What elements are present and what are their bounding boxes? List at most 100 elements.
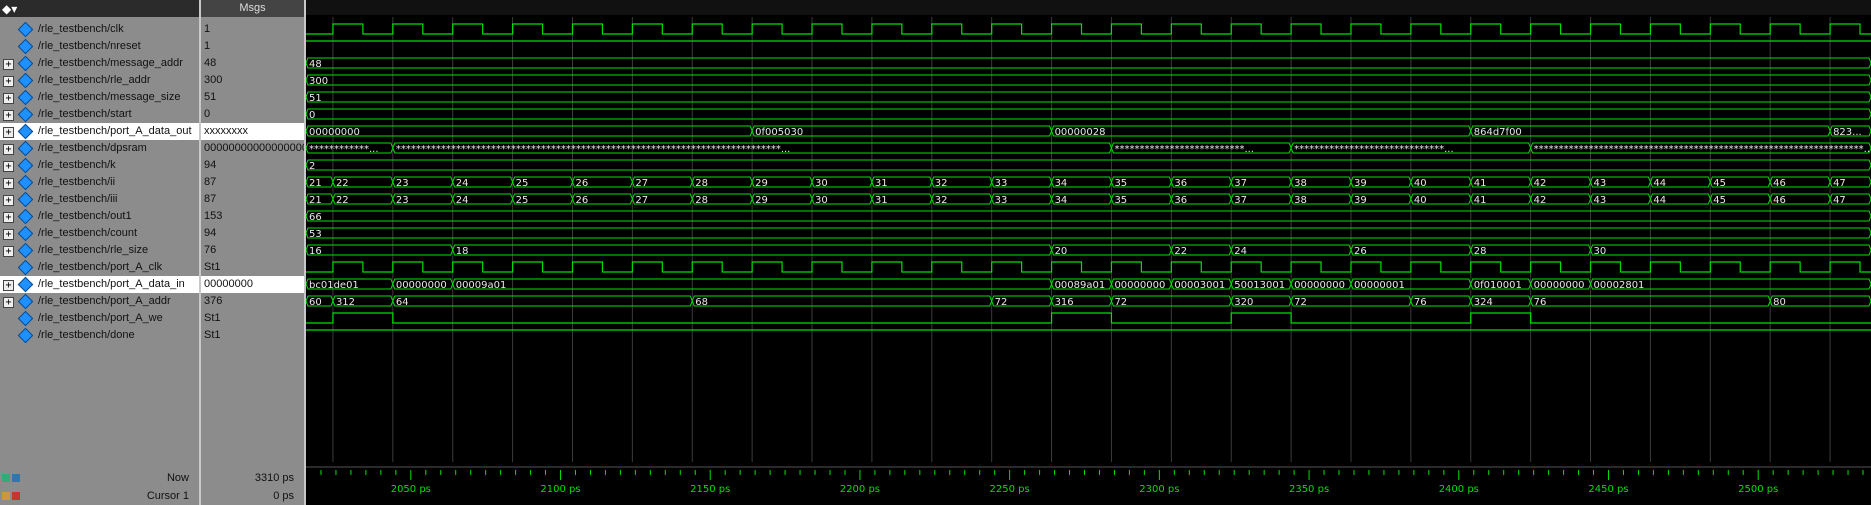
signal-row[interactable]: + /rle_testbench/port_A_addr [0,293,199,310]
bus-segment [1051,125,1472,137]
bus-value-label: 37 [1234,178,1247,189]
bus-value-label: 35 [1114,195,1127,206]
signal-name: /rle_testbench/nreset [38,40,141,52]
expand-icon[interactable]: + [3,229,14,240]
signal-value-row[interactable]: 153 [201,208,304,225]
signal-value-row[interactable]: 94 [201,225,304,242]
expand-icon[interactable]: + [3,127,14,138]
signal-row[interactable]: + /rle_testbench/rle_size [0,242,199,259]
signal-row[interactable]: + /rle_testbench/port_A_data_in [0,276,199,293]
signal-value-row[interactable]: St1 [201,310,304,327]
signal-value-row[interactable]: 48 [201,55,304,72]
signal-row[interactable]: + /rle_testbench/rle_addr [0,72,199,89]
signal-value-row[interactable]: 1 [201,38,304,55]
signal-value-row[interactable]: 87 [201,174,304,191]
bus-value-label: 00000000 [1114,280,1165,291]
signal-value-row[interactable]: 51 [201,89,304,106]
expand-icon[interactable]: + [3,212,14,223]
bus-value-label: 28 [1474,246,1487,257]
timeline-label: 2450 ps [1588,484,1628,495]
signal-value-row[interactable]: 376 [201,293,304,310]
bus-value-label: 42 [1534,178,1547,189]
bus-value-label: 00003001 [1174,280,1225,291]
signal-value-row[interactable]: St1 [201,259,304,276]
expand-icon[interactable]: + [3,178,14,189]
bus-value-label: 00002801 [1594,280,1645,291]
expand-icon[interactable]: + [3,144,14,155]
expand-icon[interactable]: + [3,246,14,257]
bus-value-label: 33 [995,178,1008,189]
expand-icon[interactable]: + [3,76,14,87]
waveform-pane[interactable]: 48 300 51 0 00000000 0f005030 00000028 864d7f00… [306,0,1871,505]
signal-value: St1 [204,312,221,324]
signal-name: /rle_testbench/k [38,159,116,171]
expand-icon[interactable]: + [3,93,14,104]
wave-window-menu-icon[interactable]: ◆▾ [2,1,17,18]
signal-name: /rle_testbench/message_addr [38,57,183,69]
expand-icon[interactable]: + [3,280,14,291]
bus-value-label: 0f005030 [755,127,803,138]
signal-diamond-icon [17,55,34,72]
bus-value-label: 38 [1294,195,1307,206]
signal-row[interactable]: + /rle_testbench/count [0,225,199,242]
expand-icon[interactable]: + [3,59,14,70]
bus-value-label: 324 [1474,297,1493,308]
bus-value-label: 26 [1354,246,1367,257]
signal-row[interactable]: + /rle_testbench/start [0,106,199,123]
signal-row[interactable]: /rle_testbench/clk [0,21,199,38]
timeline-label: 2250 ps [990,484,1030,495]
bus-value-label: 21 [309,178,322,189]
zoom-tools-icon[interactable] [2,470,22,487]
expand-icon[interactable]: + [3,195,14,206]
signal-row[interactable]: + /rle_testbench/message_addr [0,55,199,72]
bus-value-label: 00000028 [1055,127,1106,138]
waveform-canvas[interactable]: 4830051000000000 0f005030 00000028 864d7f00… [306,0,1871,505]
signal-row[interactable]: /rle_testbench/nreset [0,38,199,55]
bus-value-label: 21 [309,195,322,206]
signal-row[interactable]: /rle_testbench/port_A_clk [0,259,199,276]
cursor-tools-icon[interactable] [2,488,22,505]
now-row-label: Now [0,470,199,487]
bus-value-label: 72 [995,297,1008,308]
signal-value-row[interactable]: 0 [201,106,304,123]
signal-row[interactable]: + /rle_testbench/k [0,157,199,174]
signal-value-row[interactable]: St1 [201,327,304,344]
signal-row[interactable]: + /rle_testbench/out1 [0,208,199,225]
signal-value-row[interactable]: 76 [201,242,304,259]
signal-value-row[interactable]: xxxxxxxx [201,123,304,140]
signal-row[interactable]: /rle_testbench/done [0,327,199,344]
signal-value: 376 [204,295,223,307]
signal-row[interactable]: + /rle_testbench/port_A_data_out [0,123,199,140]
bus-value-label: 25 [516,195,529,206]
bus-value-label: 39 [1354,195,1367,206]
bus-segment [691,295,993,307]
signal-value-row[interactable]: 87 [201,191,304,208]
signal-diamond-icon [17,327,34,344]
bus-value-label: 27 [635,178,648,189]
expand-icon[interactable]: + [3,110,14,121]
signal-row[interactable]: + /rle_testbench/iii [0,191,199,208]
signal-diamond-icon [17,276,34,293]
signal-row[interactable]: + /rle_testbench/message_size [0,89,199,106]
bus-value-label: 28 [695,178,708,189]
values-header: Msgs [201,0,304,17]
bus-value-label: 35 [1114,178,1127,189]
expand-icon[interactable]: + [3,297,14,308]
signal-value-row[interactable]: 94 [201,157,304,174]
expand-icon[interactable]: + [3,161,14,172]
cursor-row-label: Cursor 1 [0,488,199,505]
signal-name: /rle_testbench/port_A_data_in [38,278,185,290]
signal-value-row[interactable]: 00000000 [201,276,304,293]
signal-value: xxxxxxxx [204,125,248,137]
signal-value-row[interactable]: 1 [201,21,304,38]
bus-value-label: 76 [1414,297,1427,308]
signal-row[interactable]: /rle_testbench/port_A_we [0,310,199,327]
signal-value: 94 [204,159,217,171]
signal-row[interactable]: + /rle_testbench/ii [0,174,199,191]
bus-value-label: 30 [815,195,828,206]
signal-value-row[interactable]: 000000000000000000 [201,140,304,157]
signal-row[interactable]: + /rle_testbench/dpsram [0,140,199,157]
signal-diamond-icon [17,123,34,140]
signal-value-row[interactable]: 300 [201,72,304,89]
wave-header-bar [306,0,1871,15]
